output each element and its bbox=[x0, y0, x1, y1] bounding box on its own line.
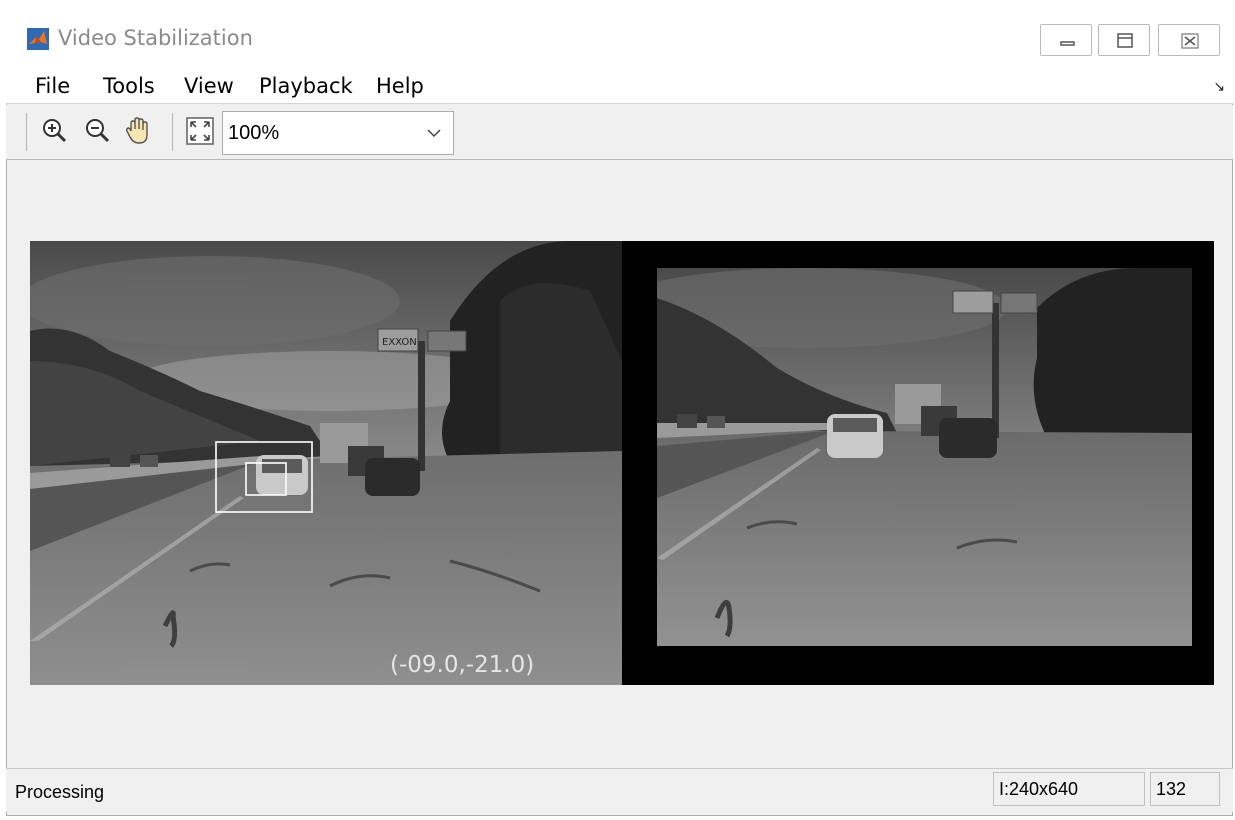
menu-view[interactable]: View bbox=[184, 74, 234, 98]
zoom-level-value: 100% bbox=[228, 122, 280, 144]
menu-tools[interactable]: Tools bbox=[103, 74, 155, 98]
stabilized-video-frame bbox=[657, 268, 1192, 646]
road-scene-image: EXXON bbox=[30, 241, 622, 685]
zoom-in-icon[interactable] bbox=[38, 114, 72, 148]
menu-playback[interactable]: Playback bbox=[259, 74, 353, 98]
frame-number-value: 132 bbox=[1156, 779, 1187, 799]
video-display[interactable]: EXXON bbox=[30, 241, 1214, 685]
matlab-icon bbox=[27, 28, 49, 50]
window-title: Video Stabilization bbox=[58, 26, 253, 50]
toolbar-separator bbox=[26, 113, 27, 151]
billboard-label: EXXON bbox=[382, 337, 417, 348]
minimize-button[interactable] bbox=[1040, 24, 1092, 56]
pan-hand-icon[interactable] bbox=[122, 114, 156, 148]
stabilized-road-scene-image bbox=[657, 268, 1192, 646]
menu-help[interactable]: Help bbox=[376, 74, 424, 98]
chevron-down-icon bbox=[427, 129, 441, 138]
close-icon bbox=[1181, 33, 1199, 49]
image-size-field: I:240x640 bbox=[993, 772, 1145, 806]
status-text: Processing bbox=[15, 782, 105, 802]
frame-number-field: 132 bbox=[1150, 772, 1220, 806]
zoom-out-icon[interactable] bbox=[81, 114, 115, 148]
menu-file[interactable]: File bbox=[35, 74, 70, 98]
image-size-value: I:240x640 bbox=[999, 779, 1079, 799]
fit-to-window-icon[interactable] bbox=[183, 114, 217, 148]
maximize-icon bbox=[1117, 33, 1133, 48]
maximize-button[interactable] bbox=[1098, 24, 1150, 56]
undock-arrow-icon[interactable]: ↘ bbox=[1213, 78, 1225, 95]
close-button[interactable] bbox=[1158, 24, 1220, 56]
minimize-icon bbox=[1060, 41, 1075, 46]
motion-coordinate-readout: (-09.0,-21.0) bbox=[390, 652, 535, 678]
input-video-frame: EXXON bbox=[30, 241, 622, 685]
zoom-level-dropdown[interactable]: 100% bbox=[222, 111, 454, 155]
toolbar-separator bbox=[172, 113, 173, 151]
